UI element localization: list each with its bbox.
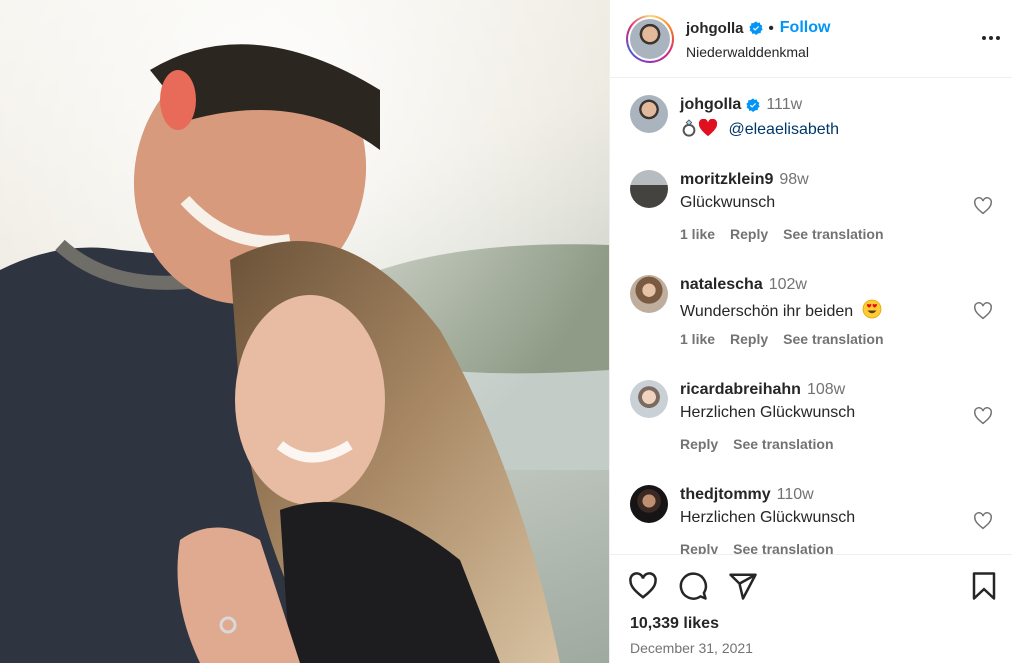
verified-badge-icon <box>746 98 760 112</box>
heart-eyes-emoji-icon <box>862 299 882 319</box>
comment-icon[interactable] <box>678 571 708 601</box>
comment-actions: 1 like Reply See translation <box>680 226 884 242</box>
caption-username[interactable]: johgolla <box>680 96 741 114</box>
comment-text: Glückwunsch <box>680 194 776 211</box>
comment-like-icon[interactable] <box>973 512 993 530</box>
comment-time[interactable]: 98w <box>779 171 808 189</box>
comment-avatar[interactable] <box>630 275 668 313</box>
comment-actions: 1 like Reply See translation <box>680 331 884 347</box>
author-row: johgolla • Follow <box>686 19 830 37</box>
author-avatar-ring[interactable] <box>626 15 674 63</box>
comment-author-row: thedjtommy 110w <box>680 486 814 504</box>
comment-like-count[interactable]: 1 like <box>680 331 715 347</box>
comment-time[interactable]: 108w <box>807 381 845 399</box>
post-header: johgolla • Follow Niederwalddenkmal <box>610 0 1012 78</box>
comment-author-row: natalescha 102w <box>680 276 807 294</box>
comment-reply-button[interactable]: Reply <box>680 436 718 452</box>
heart-icon[interactable] <box>628 571 658 601</box>
post-photo <box>0 0 609 663</box>
follow-button[interactable]: Follow <box>780 19 831 37</box>
comment-time[interactable]: 110w <box>777 486 814 504</box>
bookmark-icon[interactable] <box>969 571 999 601</box>
comment-actions: Reply See translation <box>680 541 834 554</box>
author-username[interactable]: johgolla <box>686 20 744 37</box>
comment-avatar[interactable] <box>630 170 668 208</box>
likes-count[interactable]: 10,339 likes <box>630 615 719 633</box>
comment-time[interactable]: 102w <box>769 276 807 294</box>
comment-text: Herzlichen Glückwunsch <box>680 404 856 421</box>
comment-translate-button[interactable]: See translation <box>783 226 883 242</box>
caption-time[interactable]: 111w <box>766 96 802 114</box>
comment-like-icon[interactable] <box>973 197 993 215</box>
heart-emoji-icon <box>698 119 718 137</box>
comment-translate-button[interactable]: See translation <box>733 436 833 452</box>
comment-username[interactable]: natalescha <box>680 276 763 294</box>
comment-text: Wunderschön ihr beiden <box>680 299 882 321</box>
more-options-icon[interactable] <box>979 26 1003 50</box>
comment-avatar[interactable] <box>630 380 668 418</box>
comment-author-row: ricardabreihahn 108w <box>680 381 845 399</box>
comments-list[interactable]: johgolla 111w @eleaelisabeth moritzklein… <box>610 79 1012 554</box>
comment-like-count[interactable]: 1 like <box>680 226 715 242</box>
comment-text: Herzlichen Glückwunsch <box>680 509 856 526</box>
comment-username[interactable]: moritzklein9 <box>680 171 773 189</box>
author-avatar[interactable] <box>630 19 670 59</box>
comment-reply-button[interactable]: Reply <box>730 331 768 347</box>
caption-text: @eleaelisabeth <box>680 119 839 139</box>
comment-username[interactable]: thedjtommy <box>680 486 771 504</box>
ring-emoji-icon <box>682 119 696 137</box>
post-date[interactable]: December 31, 2021 <box>630 640 753 656</box>
comment-reply-button[interactable]: Reply <box>730 226 768 242</box>
caption-author-row: johgolla 111w <box>680 96 802 114</box>
comment-text-content: Wunderschön ihr beiden <box>680 303 854 320</box>
comment-translate-button[interactable]: See translation <box>783 331 883 347</box>
comment-like-icon[interactable] <box>973 302 993 320</box>
post-actions: 10,339 likes December 31, 2021 <box>610 554 1012 663</box>
comment-username[interactable]: ricardabreihahn <box>680 381 801 399</box>
comment-avatar[interactable] <box>630 485 668 523</box>
share-icon[interactable] <box>728 571 758 601</box>
post-sidebar: johgolla • Follow Niederwalddenkmal johg… <box>609 0 1012 663</box>
comment-reply-button[interactable]: Reply <box>680 541 718 554</box>
post-location[interactable]: Niederwalddenkmal <box>686 44 809 60</box>
comment-author-row: moritzklein9 98w <box>680 171 809 189</box>
verified-badge-icon <box>748 21 763 35</box>
comment-like-icon[interactable] <box>973 407 993 425</box>
caption-avatar[interactable] <box>630 95 668 133</box>
caption-mention[interactable]: @eleaelisabeth <box>728 121 839 138</box>
comment-translate-button[interactable]: See translation <box>733 541 833 554</box>
separator-dot: • <box>768 19 774 37</box>
comment-actions: Reply See translation <box>680 436 834 452</box>
